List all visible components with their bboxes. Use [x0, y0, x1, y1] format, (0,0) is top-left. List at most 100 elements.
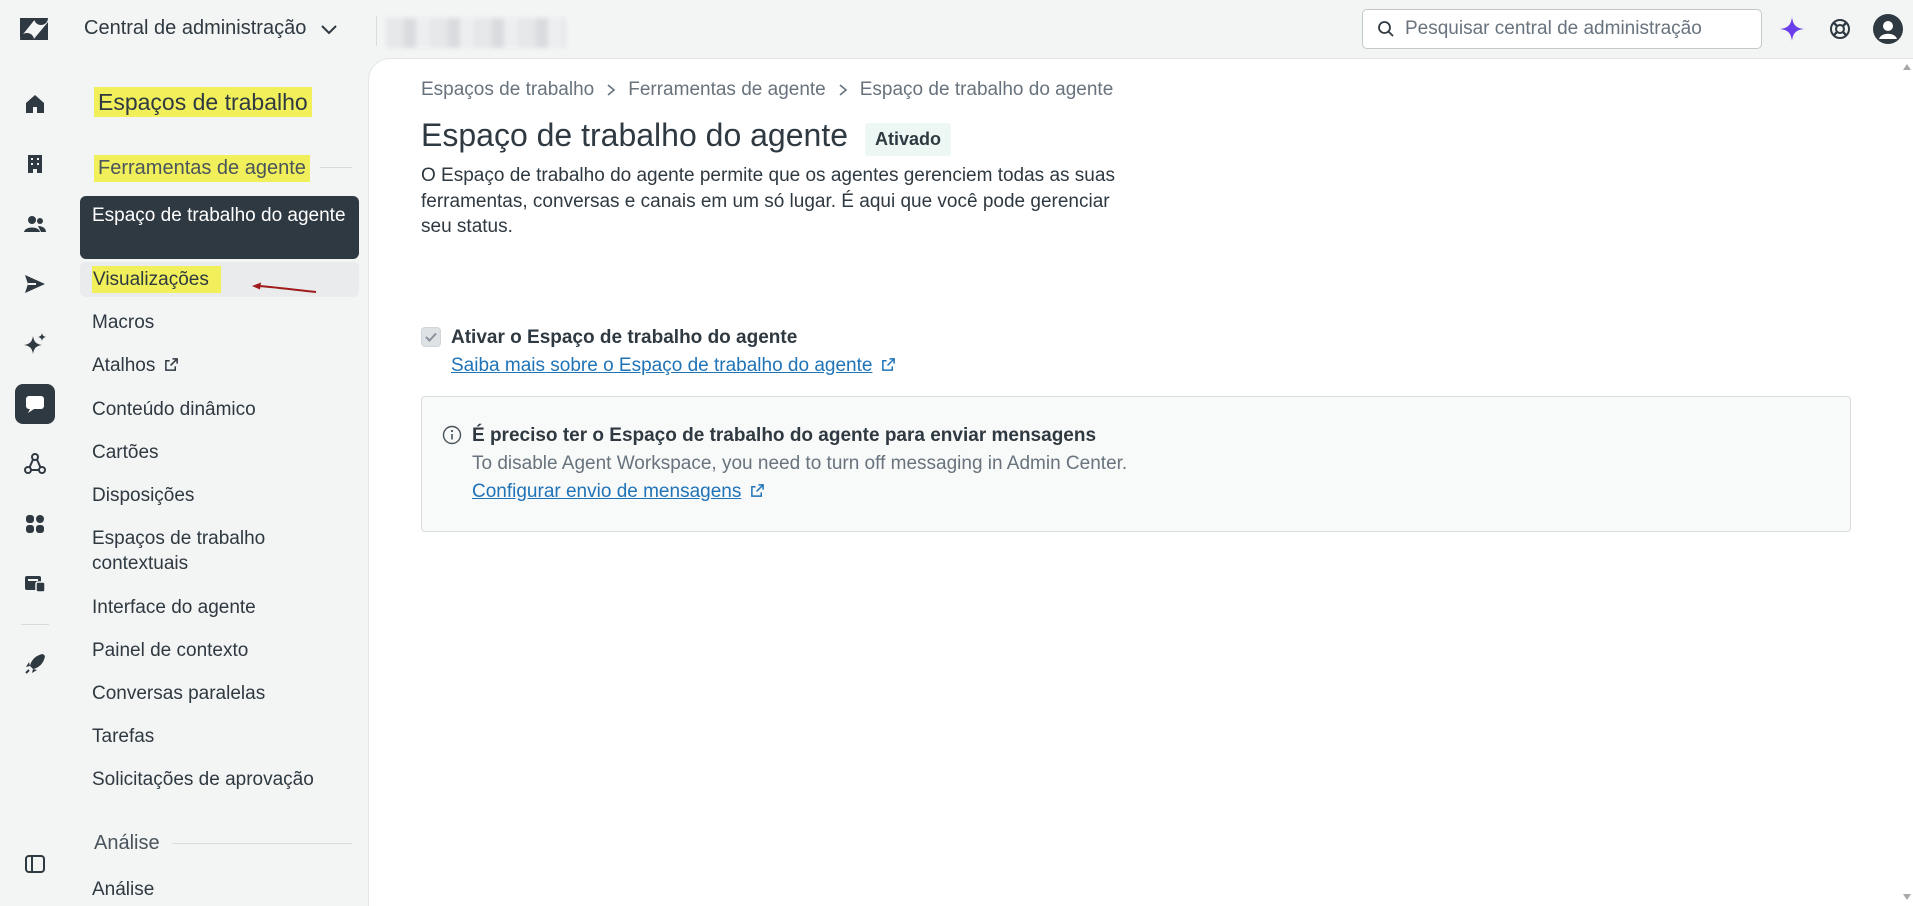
sidebar-item-label: Espaços de trabalho contextuais: [92, 528, 266, 574]
send-icon: [25, 275, 45, 293]
sidebar-item-layouts[interactable]: Disposições: [80, 478, 359, 513]
status-badge: Ativado: [865, 123, 952, 156]
sidebar-item-label: Painel de contexto: [92, 640, 249, 661]
checkmark-icon: [425, 332, 437, 342]
configure-messaging-link[interactable]: Configurar envio de mensagens: [472, 481, 765, 503]
sidebar-item-approval-requests[interactable]: Solicitações de aprovação: [80, 762, 359, 797]
rail-collapse-toggle[interactable]: [15, 844, 55, 884]
search-input[interactable]: [1405, 18, 1745, 40]
sidebar-item-cards[interactable]: Cartões: [80, 435, 359, 470]
sidebar-item-analysis[interactable]: Análise: [80, 872, 359, 906]
topbar-divider: [376, 16, 377, 46]
external-link-icon: [750, 484, 764, 497]
sidebar-item-label: Disposições: [92, 485, 195, 506]
rail-getting-started[interactable]: [15, 644, 55, 684]
secondary-nav: Espaços de trabalho Ferramentas de agent…: [70, 58, 370, 906]
workspaces-icon: [26, 396, 44, 413]
blurred-account-name: [386, 18, 566, 48]
ai-sparkle-button[interactable]: [1777, 14, 1807, 44]
user-avatar-icon: [1873, 14, 1903, 44]
sidebar-item-label: Espaço de trabalho do agente: [92, 205, 346, 226]
ai-sparkle-icon: [1780, 17, 1804, 41]
notice-body: To disable Agent Workspace, you need to …: [472, 453, 1128, 474]
building-icon: [28, 155, 42, 173]
primary-nav-rail: [0, 58, 70, 906]
chevron-down-icon: [321, 24, 338, 34]
nav-section-label: Ferramentas de agente: [94, 155, 310, 182]
sidebar-item-context-panel[interactable]: Painel de contexto: [80, 633, 359, 668]
users-icon: [24, 216, 46, 232]
sidebar-item-tasks[interactable]: Tarefas: [80, 719, 359, 754]
sidebar-item-contextual-workspaces[interactable]: Espaços de trabalho contextuais: [80, 521, 359, 581]
page-description: O Espaço de trabalho do agente permite q…: [421, 165, 1115, 237]
nav-header-label: Espaços de trabalho: [94, 87, 312, 117]
main-content: Espaços de trabalho Ferramentas de agent…: [368, 58, 1913, 906]
page-title: Espaço de trabalho do agente: [421, 117, 848, 153]
rail-apps[interactable]: [15, 504, 55, 544]
section-rule: [320, 167, 352, 168]
learn-more-link-text[interactable]: Saiba mais sobre o Espaço de trabalho do…: [451, 355, 872, 376]
sidebar-item-label: Visualizações: [92, 266, 221, 293]
sidebar-item-shortcuts[interactable]: Atalhos: [80, 348, 359, 383]
sidebar-item-label: Conteúdo dinâmico: [92, 399, 256, 420]
section-rule: [172, 843, 352, 844]
breadcrumb: Espaços de trabalho Ferramentas de agent…: [421, 79, 1113, 101]
product-switcher[interactable]: Central de administração: [84, 17, 340, 40]
search-icon: [1378, 21, 1394, 37]
sidebar-item-side-conversations[interactable]: Conversas paralelas: [80, 676, 359, 711]
avatar[interactable]: [1873, 14, 1903, 44]
nav-section-agent-tools: Ferramentas de agente: [94, 155, 310, 182]
sidebar-item-label: Solicitações de aprovação: [92, 769, 314, 790]
main-scrollbar[interactable]: [1901, 58, 1913, 906]
sidebar-item-agent-interface[interactable]: Interface do agente: [80, 590, 359, 625]
rail-account-billing[interactable]: [15, 564, 55, 604]
search-box[interactable]: [1362, 9, 1762, 49]
learn-more-link[interactable]: Saiba mais sobre o Espaço de trabalho do…: [451, 355, 896, 377]
chevron-right-icon: [839, 84, 847, 96]
sidebar-item-macros[interactable]: Macros: [80, 305, 359, 340]
nav-section-label: Análise: [94, 832, 160, 854]
chevron-right-icon: [607, 84, 616, 96]
breadcrumb-item-workspaces[interactable]: Espaços de trabalho: [421, 79, 594, 101]
rail-divider: [21, 624, 49, 625]
sidebar-item-label: Conversas paralelas: [92, 683, 266, 704]
external-link-icon: [164, 358, 178, 371]
product-name: Central de administração: [84, 17, 307, 39]
rocket-icon: [25, 654, 45, 674]
nav-header-workspaces: Espaços de trabalho: [94, 87, 312, 117]
sparkle-icon: [24, 333, 46, 354]
zendesk-logo-icon[interactable]: [18, 14, 50, 44]
top-bar: Central de administração: [0, 0, 1913, 58]
breadcrumb-item-agent-tools[interactable]: Ferramentas de agente: [628, 79, 826, 101]
info-icon: [442, 425, 462, 445]
sidebar-item-label: Atalhos: [92, 355, 156, 376]
help-icon: [1830, 19, 1850, 39]
sidebar-item-label: Análise: [92, 879, 155, 900]
sidebar-item-agent-workspace[interactable]: Espaço de trabalho do agente: [80, 196, 359, 259]
notice-title: É preciso ter o Espaço de trabalho do ag…: [472, 425, 1097, 446]
rail-objects-rules[interactable]: [15, 444, 55, 484]
home-icon: [26, 95, 44, 113]
rail-people[interactable]: [15, 204, 55, 244]
account-icon: [25, 576, 46, 593]
sidebar-toggle-icon: [25, 855, 45, 873]
checkbox-label: Ativar o Espaço de trabalho do agente: [451, 327, 798, 348]
nav-section-analysis: Análise: [94, 832, 160, 855]
external-link-icon: [881, 358, 895, 371]
help-button[interactable]: [1825, 14, 1855, 44]
rail-home[interactable]: [15, 84, 55, 124]
messaging-notice: É preciso ter o Espaço de trabalho do ag…: [421, 396, 1851, 532]
breadcrumb-item-current: Espaço de trabalho do agente: [859, 79, 1114, 100]
rail-account[interactable]: [15, 144, 55, 184]
sidebar-item-dynamic-content[interactable]: Conteúdo dinâmico: [80, 392, 359, 427]
rail-ai[interactable]: [15, 324, 55, 364]
sidebar-item-label: Tarefas: [92, 726, 155, 747]
rail-channels[interactable]: [15, 264, 55, 304]
configure-messaging-link-text[interactable]: Configurar envio de mensagens: [472, 481, 741, 502]
objects-icon: [24, 453, 46, 474]
apps-icon: [26, 515, 44, 533]
annotation-arrow: [252, 282, 317, 293]
sidebar-item-label: Interface do agente: [92, 597, 256, 618]
enable-agent-workspace-checkbox[interactable]: [421, 327, 441, 347]
rail-workspaces[interactable]: [15, 384, 55, 424]
